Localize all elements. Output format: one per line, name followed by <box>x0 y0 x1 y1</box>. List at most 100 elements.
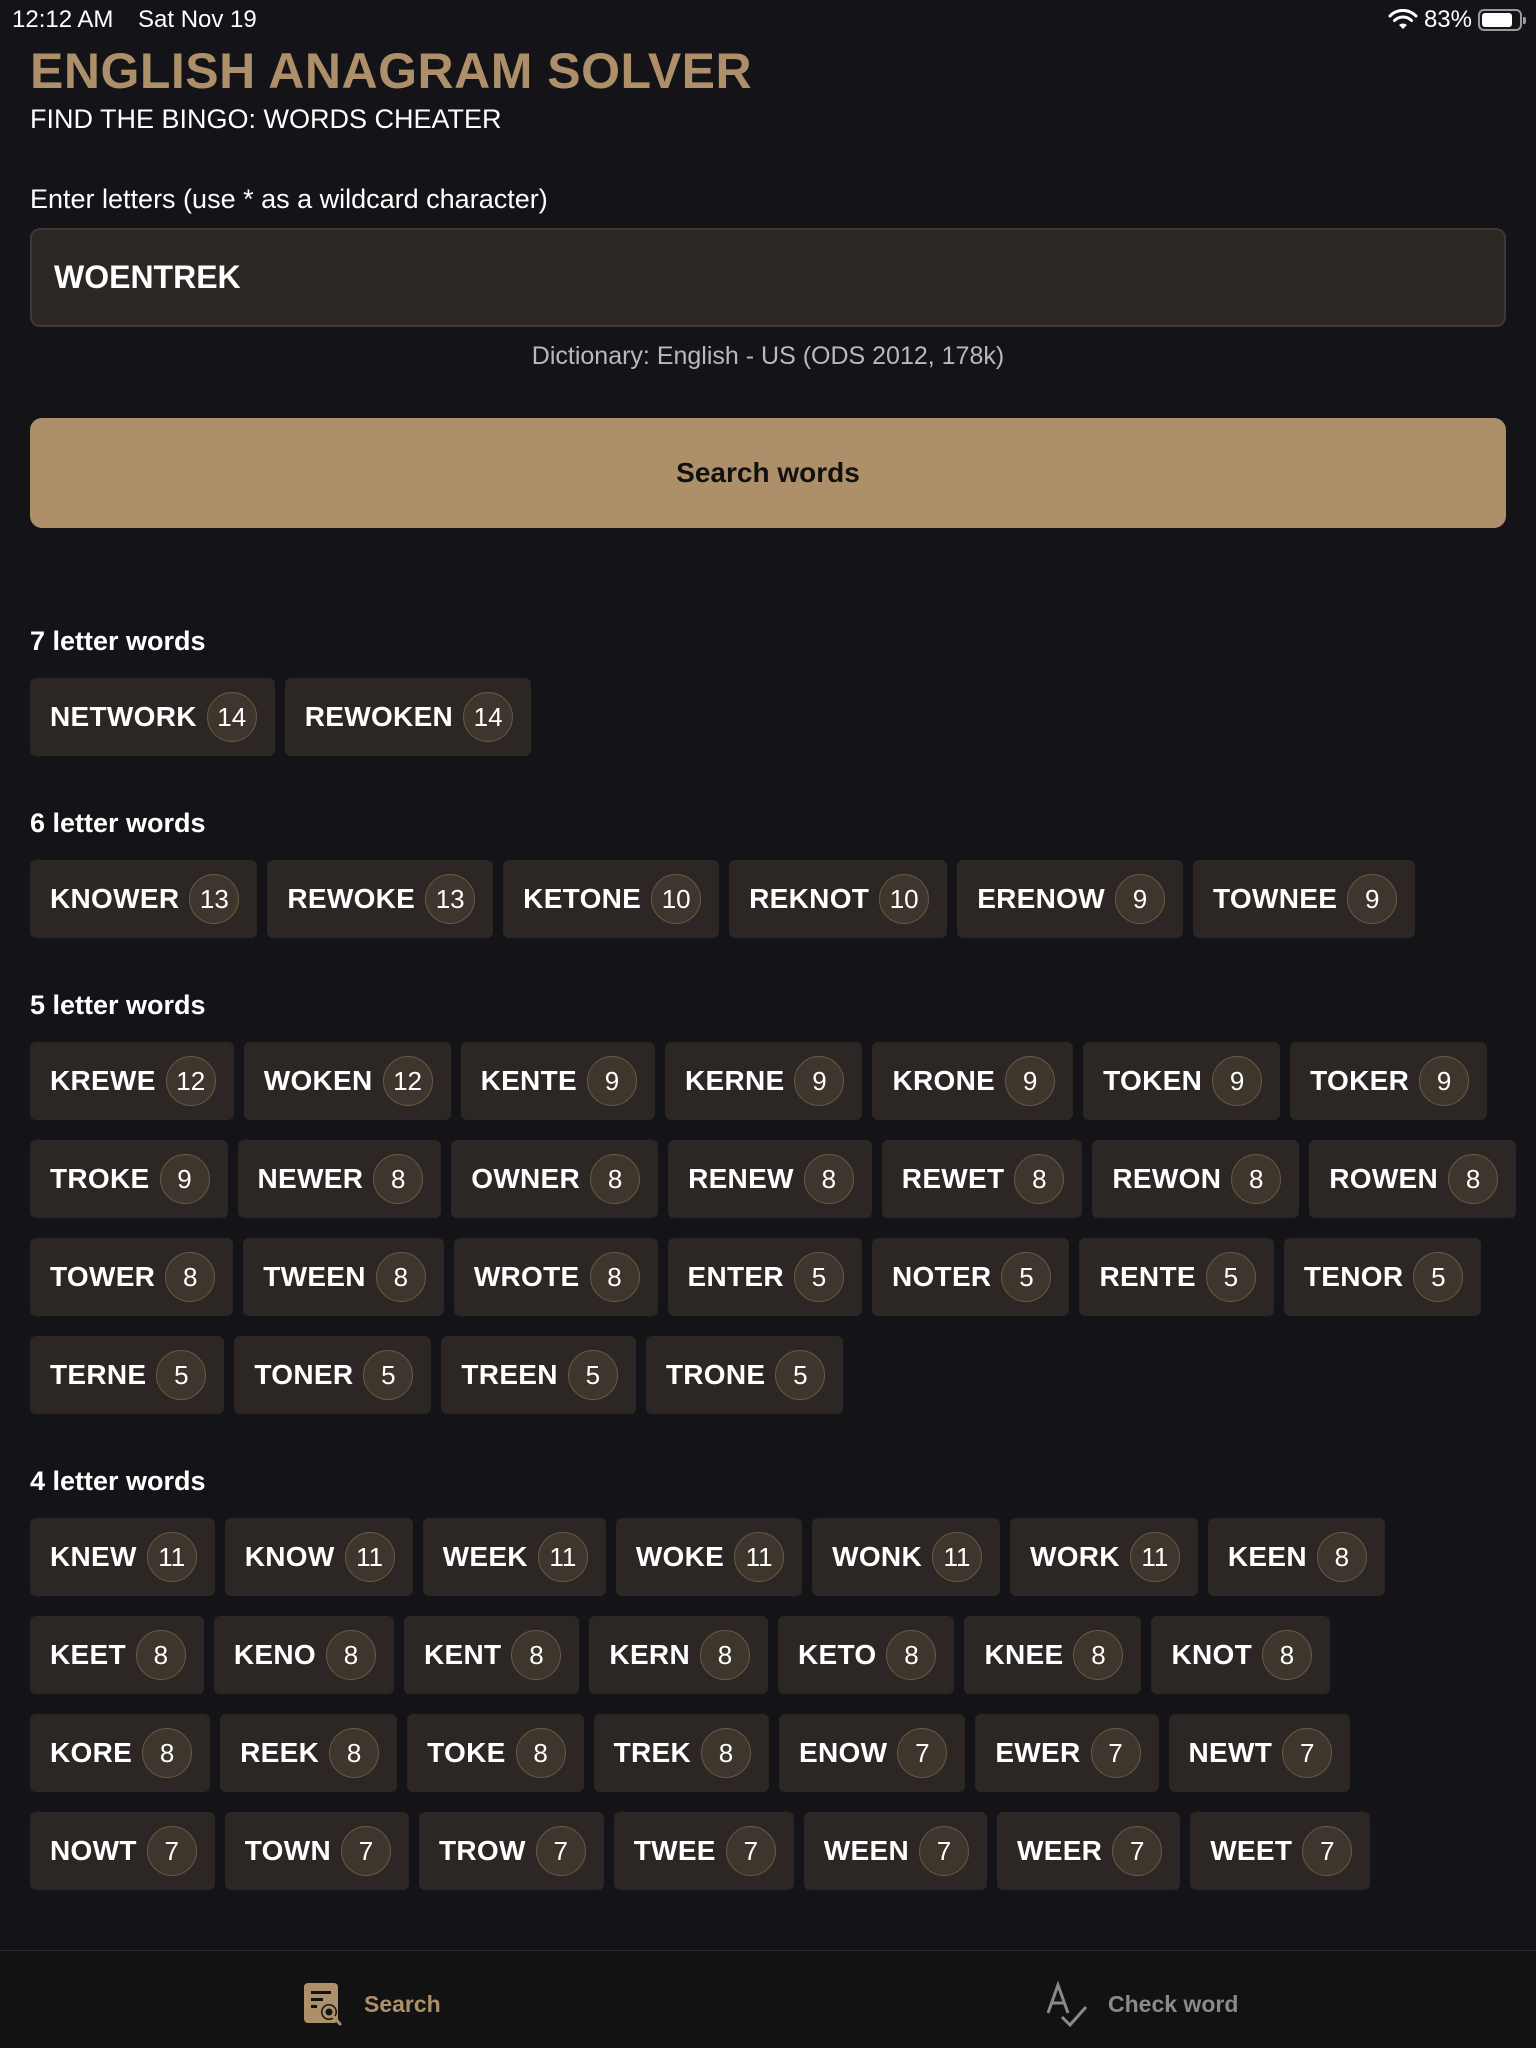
word-chip-text: REEK <box>240 1737 320 1768</box>
word-score-badge: 8 <box>699 1630 750 1680</box>
word-score-badge: 11 <box>734 1532 785 1582</box>
word-chip-text: EWER <box>995 1737 1081 1768</box>
word-score-badge: 8 <box>1014 1154 1065 1204</box>
tab-search[interactable]: Search <box>302 1981 441 2027</box>
word-score-badge: 9 <box>1212 1056 1263 1106</box>
word-score-badge: 8 <box>1316 1532 1367 1582</box>
word-chip[interactable]: TREEN 5 <box>441 1336 636 1414</box>
word-chip[interactable]: TWEE 7 <box>613 1812 794 1890</box>
word-chip[interactable]: KORE 8 <box>30 1714 211 1792</box>
word-chip[interactable]: TONER 5 <box>234 1336 432 1414</box>
word-chip[interactable]: NOWT 7 <box>30 1812 215 1890</box>
word-chip[interactable]: WONK 11 <box>812 1518 1000 1596</box>
word-chip[interactable]: WEEK 11 <box>422 1518 606 1596</box>
letters-input[interactable] <box>30 228 1506 327</box>
word-chip-text: TERNE <box>50 1359 147 1390</box>
spell-check-icon <box>1046 1981 1088 2027</box>
word-chip[interactable]: NEWT 7 <box>1168 1714 1351 1792</box>
word-score-badge: 7 <box>725 1826 776 1876</box>
word-chip[interactable]: TOKER 9 <box>1290 1042 1488 1120</box>
word-score-badge: 8 <box>701 1728 752 1778</box>
word-chip[interactable]: KEEN 8 <box>1207 1518 1385 1596</box>
word-score-badge: 5 <box>775 1350 826 1400</box>
word-score-badge: 5 <box>793 1252 844 1302</box>
word-score-badge: 9 <box>1005 1056 1056 1106</box>
word-chip[interactable]: WOKE 11 <box>615 1518 803 1596</box>
word-chip[interactable]: NETWORK 14 <box>30 678 275 756</box>
word-chip[interactable]: KNEE 8 <box>964 1616 1142 1694</box>
word-score-badge: 7 <box>146 1826 197 1876</box>
word-score-badge: 5 <box>1001 1252 1052 1302</box>
word-chip-text: KEEN <box>1227 1541 1307 1572</box>
word-chip[interactable]: EWER 7 <box>975 1714 1159 1792</box>
word-chip[interactable]: KRONE 9 <box>872 1042 1074 1120</box>
word-chip-text: WOKEN <box>263 1065 373 1096</box>
word-chip[interactable]: TRONE 5 <box>645 1336 844 1414</box>
word-chip[interactable]: ENOW 7 <box>779 1714 966 1792</box>
app-subtitle: FIND THE BINGO: WORDS CHEATER <box>30 104 502 134</box>
word-chip-text: NEWER <box>257 1163 364 1194</box>
word-chip[interactable]: KNOW 11 <box>224 1518 413 1596</box>
word-chip[interactable]: KERNE 9 <box>664 1042 863 1120</box>
word-chip[interactable]: KERN 8 <box>589 1616 768 1694</box>
word-chip-text: TRONE <box>665 1359 766 1390</box>
word-chip[interactable]: RENTE 5 <box>1079 1238 1274 1316</box>
word-chip[interactable]: KREWE 12 <box>30 1042 234 1120</box>
word-chip[interactable]: ENTER 5 <box>667 1238 862 1316</box>
word-score-badge: 8 <box>165 1252 216 1302</box>
word-chip[interactable]: WEET 7 <box>1190 1812 1371 1890</box>
word-group: 6 letter words KNOWER 13 REWOKE 13 KETONE 10 RE… <box>30 808 1520 938</box>
word-chip[interactable]: WROTE 8 <box>453 1238 658 1316</box>
word-chip-text: TROW <box>438 1835 526 1866</box>
word-chip[interactable]: WOKEN 12 <box>243 1042 451 1120</box>
word-chip[interactable]: TOKEN 9 <box>1083 1042 1281 1120</box>
word-chip-text: TREK <box>613 1737 692 1768</box>
word-chip[interactable]: TROW 7 <box>418 1812 604 1890</box>
word-chip[interactable]: KETO 8 <box>777 1616 955 1694</box>
word-chip[interactable]: REWOKEN 14 <box>284 678 532 756</box>
word-chip[interactable]: OWNER 8 <box>451 1140 659 1218</box>
word-score-badge: 7 <box>1112 1826 1163 1876</box>
word-chip[interactable]: WEER 7 <box>997 1812 1181 1890</box>
word-chip[interactable]: TOWER 8 <box>30 1238 234 1316</box>
word-chip-text: TOKEN <box>1103 1065 1203 1096</box>
search-words-button[interactable]: Search words <box>30 418 1506 528</box>
word-chip[interactable]: TREK 8 <box>593 1714 770 1792</box>
word-chip[interactable]: REWOKE 13 <box>267 860 494 938</box>
word-chip[interactable]: TERNE 5 <box>30 1336 225 1414</box>
word-chip[interactable]: KEET 8 <box>30 1616 204 1694</box>
word-chip[interactable]: KNOWER 13 <box>30 860 258 938</box>
word-chip[interactable]: NOTER 5 <box>871 1238 1070 1316</box>
word-chip[interactable]: KNEW 11 <box>30 1518 215 1596</box>
word-chip-text: KNEW <box>50 1541 137 1572</box>
word-chip[interactable]: TOKE 8 <box>407 1714 584 1792</box>
word-chip[interactable]: KENT 8 <box>404 1616 580 1694</box>
word-chip-text: ERENOW <box>977 883 1105 914</box>
word-chip[interactable]: KENO 8 <box>213 1616 394 1694</box>
word-chip[interactable]: TROKE 9 <box>30 1140 228 1218</box>
word-chip[interactable]: TWEEN 8 <box>243 1238 444 1316</box>
word-chip[interactable]: REWON 8 <box>1092 1140 1300 1218</box>
word-chip[interactable]: TOWN 7 <box>224 1812 409 1890</box>
word-chip-text: WONK <box>832 1541 922 1572</box>
word-chip[interactable]: WORK 11 <box>1009 1518 1198 1596</box>
word-chip[interactable]: REEK 8 <box>220 1714 398 1792</box>
word-score-badge: 8 <box>1261 1630 1312 1680</box>
word-chip[interactable]: ROWEN 8 <box>1309 1140 1517 1218</box>
word-chip[interactable]: KETONE 10 <box>503 860 720 938</box>
word-chip[interactable]: KENTE 9 <box>460 1042 655 1120</box>
word-chip[interactable]: TOWNEE 9 <box>1193 860 1416 938</box>
word-chip-text: KNOWER <box>50 883 180 914</box>
word-chip[interactable]: REWET 8 <box>881 1140 1083 1218</box>
tab-check-word[interactable]: Check word <box>1044 1981 1238 2027</box>
word-chip[interactable]: WEEN 7 <box>803 1812 987 1890</box>
word-chip-text: REKNOT <box>749 883 870 914</box>
word-chip[interactable]: ERENOW 9 <box>957 860 1183 938</box>
word-chip[interactable]: NEWER 8 <box>237 1140 442 1218</box>
word-chip[interactable]: RENEW 8 <box>668 1140 872 1218</box>
word-chip-text: REWOKEN <box>304 701 454 732</box>
app-title: ENGLISH ANAGRAM SOLVER <box>30 43 753 99</box>
word-chip[interactable]: REKNOT 10 <box>729 860 948 938</box>
word-chip[interactable]: TENOR 5 <box>1283 1238 1482 1316</box>
word-chip[interactable]: KNOT 8 <box>1151 1616 1330 1694</box>
